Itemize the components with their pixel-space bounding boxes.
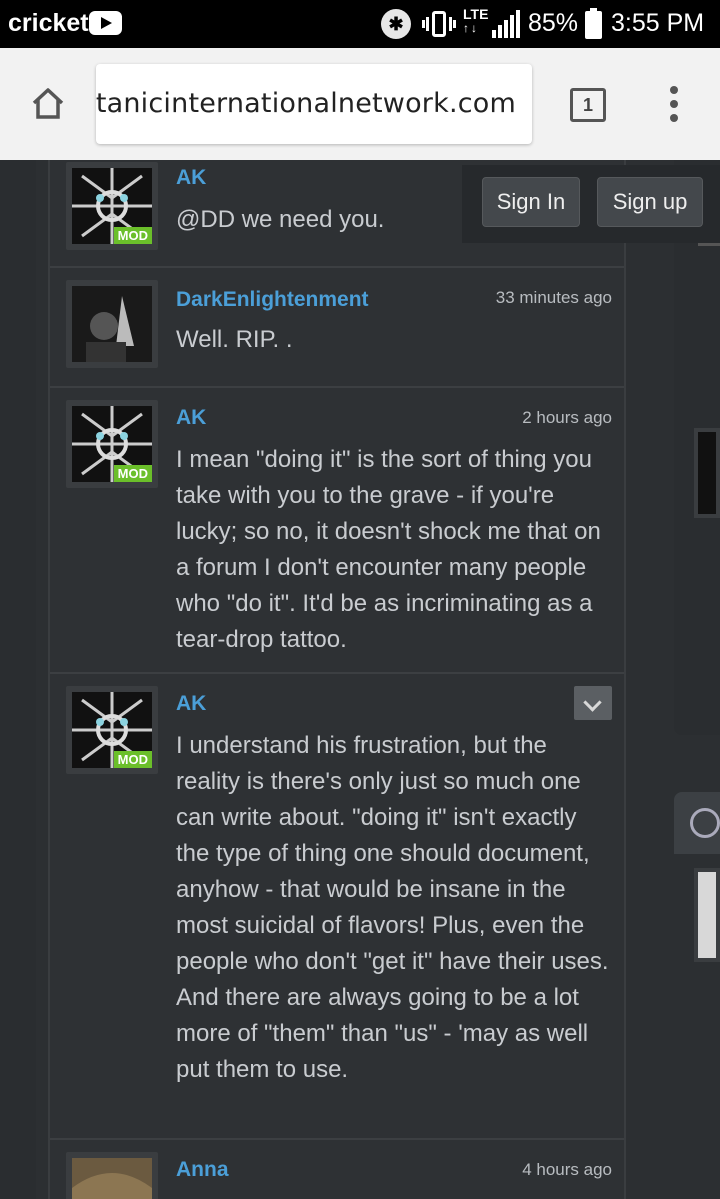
battery-icon [585,8,602,39]
signal-strength-icon [492,10,522,38]
post-username[interactable]: AK [176,692,206,716]
auth-panel: Sign In Sign up [462,165,720,243]
avatar-image [72,1158,152,1199]
post-username[interactable]: AK [176,166,206,190]
carrier-label: cricket [8,9,89,37]
home-icon[interactable] [30,85,66,121]
avatar-image [72,286,152,362]
status-bar: cricket ✱ LTE ↑↓ 85% 3:55 PM [0,0,720,48]
vibrate-icon [422,11,456,37]
left-gutter [0,160,36,1199]
mod-badge: MOD [113,465,152,482]
sidebar-thumbnail[interactable] [694,428,720,518]
mod-badge: MOD [113,227,152,244]
youtube-notification-icon [89,11,122,35]
network-type-icon: LTE ↑↓ [463,6,489,35]
post-text: I understand his frustration, but the re… [176,732,609,1083]
tab-switcher-button[interactable]: 1 [570,88,606,122]
avatar[interactable] [66,1152,158,1199]
bluetooth-icon: ✱ [381,9,411,39]
chevron-down-icon[interactable] [574,686,612,720]
sidebar-recent-header[interactable] [674,792,720,854]
sidebar-thumbnail-2[interactable] [694,868,720,962]
avatar[interactable] [66,280,158,368]
clock-icon [690,808,720,838]
post-timestamp: 2 hours ago [522,408,612,427]
sign-up-button[interactable]: Sign up [597,177,703,227]
url-text: satanicinternationalnetwork.com [96,88,516,119]
post-username[interactable]: AK [176,406,206,430]
post-text: I mean "doing it" is the sort of thing y… [176,446,601,653]
browser-toolbar: satanicinternationalnetwork.com 1 [0,48,720,160]
page-content: MOD AK @DD we need you. Sign In Sign up … [0,160,720,1199]
shout-post: MOD AK 2 hours ago I mean "doing it" is … [50,388,624,674]
shout-post: DarkEnlightenment 33 minutes ago Well. R… [50,268,624,388]
post-text: Well. RIP. . [176,326,293,353]
post-username[interactable]: Anna [176,1158,229,1182]
mod-badge: MOD [113,751,152,768]
post-timestamp: 4 hours ago [522,1160,612,1179]
avatar[interactable]: MOD [66,400,158,488]
shout-post: MOD AK I understand his frustration, but… [50,674,624,1140]
post-timestamp: 33 minutes ago [495,288,612,307]
address-bar[interactable]: satanicinternationalnetwork.com [96,64,532,144]
sign-in-button[interactable]: Sign In [482,177,580,227]
battery-percent: 85% [528,9,579,37]
avatar[interactable]: MOD [66,686,158,774]
overflow-menu-icon[interactable] [668,86,680,122]
avatar[interactable]: MOD [66,162,158,250]
shout-post: Anna 4 hours ago [50,1140,624,1199]
post-username[interactable]: DarkEnlightenment [176,288,369,312]
status-clock: 3:55 PM [611,9,705,37]
